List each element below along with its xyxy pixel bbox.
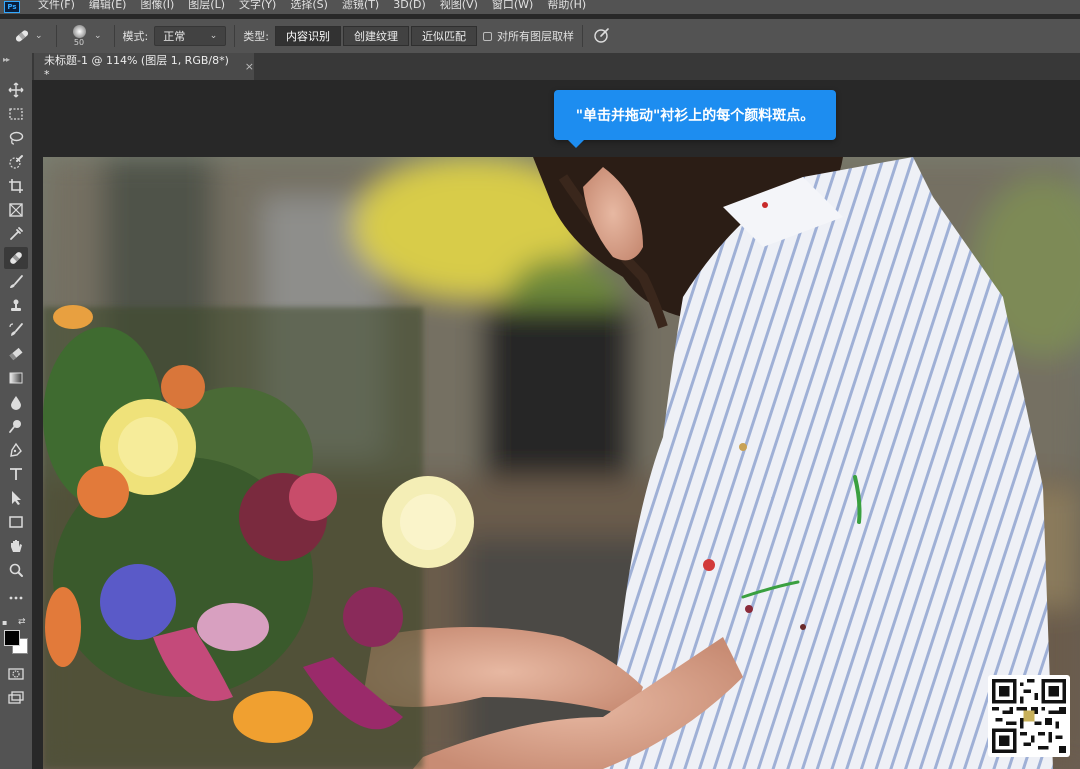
swap-colors-icon[interactable]: ⇄ [18,617,26,627]
gradient-icon[interactable] [4,367,28,389]
menu-3d[interactable]: 3D(D) [393,0,426,10]
quick-selection-icon[interactable] [4,151,28,173]
mode-label: 模式: [122,30,149,43]
menu-help[interactable]: 帮助(H) [547,0,586,10]
menu-type[interactable]: 文字(Y) [239,0,276,10]
photoshop-logo: Ps [4,1,20,13]
crop-icon[interactable] [4,175,28,197]
more-tools-icon[interactable] [4,587,28,609]
divider [56,25,57,47]
color-swatches: ▪ ⇄ [2,617,30,656]
type-proximity-match-button[interactable]: 近似匹配 [410,26,477,46]
chevron-down-icon: ⌄ [209,31,218,41]
divider [113,25,115,47]
divider [234,25,236,47]
eraser-icon[interactable] [4,343,28,365]
document-photo[interactable] [43,157,1080,769]
menu-edit[interactable]: 编辑(E) [89,0,127,10]
menu-window[interactable]: 窗口(W) [492,0,533,10]
brush-picker[interactable]: 50 [67,25,91,47]
path-selection-icon[interactable] [4,487,28,509]
spot-healing-brush-icon[interactable] [4,247,28,269]
menu-filter[interactable]: 滤镜(T) [342,0,379,10]
quick-mask-icon[interactable] [4,663,28,685]
zoom-icon[interactable] [4,559,28,581]
menu-layer[interactable]: 图层(L) [188,0,225,10]
mode-select[interactable]: 正常 ⌄ [154,26,227,46]
tool-preset-picker[interactable]: ⌄ [12,28,48,44]
tooltip-text: "单击并拖动"衬衫上的每个颜料斑点。 [575,108,815,124]
rectangle-icon[interactable] [4,511,28,533]
close-icon[interactable]: × [245,60,254,73]
menu-select[interactable]: 选择(S) [290,0,328,10]
type-label: 类型: [243,30,269,43]
document-tab-bar: 未标题-1 @ 114% (图层 1, RGB/8*) * × [0,53,1080,81]
chevron-down-icon[interactable]: ⌄ [94,31,102,41]
menu-bar: Ps 文件(F) 编辑(E) 图像(I) 图层(L) 文字(Y) 选择(S) 滤… [0,0,1080,14]
document-tab-title: 未标题-1 @ 114% (图层 1, RGB/8*) * [44,54,229,81]
move-icon[interactable] [4,79,28,101]
options-bar: ⌄ 50 ⌄ 模式: 正常 ⌄ 类型: 内容识别 创建纹理 近似匹配 对所有图层… [0,19,1080,53]
document-tab[interactable]: 未标题-1 @ 114% (图层 1, RGB/8*) * × [34,53,254,81]
pen-icon[interactable] [4,439,28,461]
clone-stamp-icon[interactable] [4,295,28,317]
photo-image [43,157,1080,769]
sample-all-layers-checkbox[interactable] [482,31,492,41]
menu-image[interactable]: 图像(I) [140,0,174,10]
hand-icon[interactable] [4,535,28,557]
screen-mode-icon[interactable] [4,687,28,709]
toolbar-collapse-icon[interactable]: ▸▸ [3,55,10,64]
canvas-area[interactable]: "单击并拖动"衬衫上的每个颜料斑点。 [32,80,1080,769]
frame-icon[interactable] [4,199,28,221]
brush-size-value: 50 [73,38,85,47]
foreground-color-swatch[interactable] [4,630,20,646]
pressure-size-icon[interactable] [593,27,611,45]
dodge-icon[interactable] [4,415,28,437]
type-content-aware-button[interactable]: 内容识别 [274,26,341,46]
lasso-icon[interactable] [4,127,28,149]
brush-tip-icon [72,25,86,38]
eyedropper-icon[interactable] [4,223,28,245]
qr-code-watermark [988,675,1070,757]
type-icon[interactable] [4,463,28,485]
tools-panel: ▸▸ ▪ ⇄ [0,53,32,769]
chevron-down-icon: ⌄ [35,31,43,41]
marquee-icon[interactable] [4,103,28,125]
menu-view[interactable]: 视图(V) [440,0,478,10]
tutorial-tooltip: "单击并拖动"衬衫上的每个颜料斑点。 [554,90,836,148]
history-brush-icon[interactable] [4,319,28,341]
spot-healing-brush-icon [15,30,29,42]
mode-value: 正常 [163,30,186,43]
type-create-texture-button[interactable]: 创建纹理 [342,26,409,46]
sample-all-layers-label: 对所有图层取样 [496,30,574,43]
blur-icon[interactable] [4,391,28,413]
divider [581,25,583,47]
menu-file[interactable]: 文件(F) [38,0,75,10]
type-segmented-control: 内容识别 创建纹理 近似匹配 [274,26,479,46]
default-colors-icon[interactable]: ▪ [2,618,7,627]
brush-icon[interactable] [4,271,28,293]
